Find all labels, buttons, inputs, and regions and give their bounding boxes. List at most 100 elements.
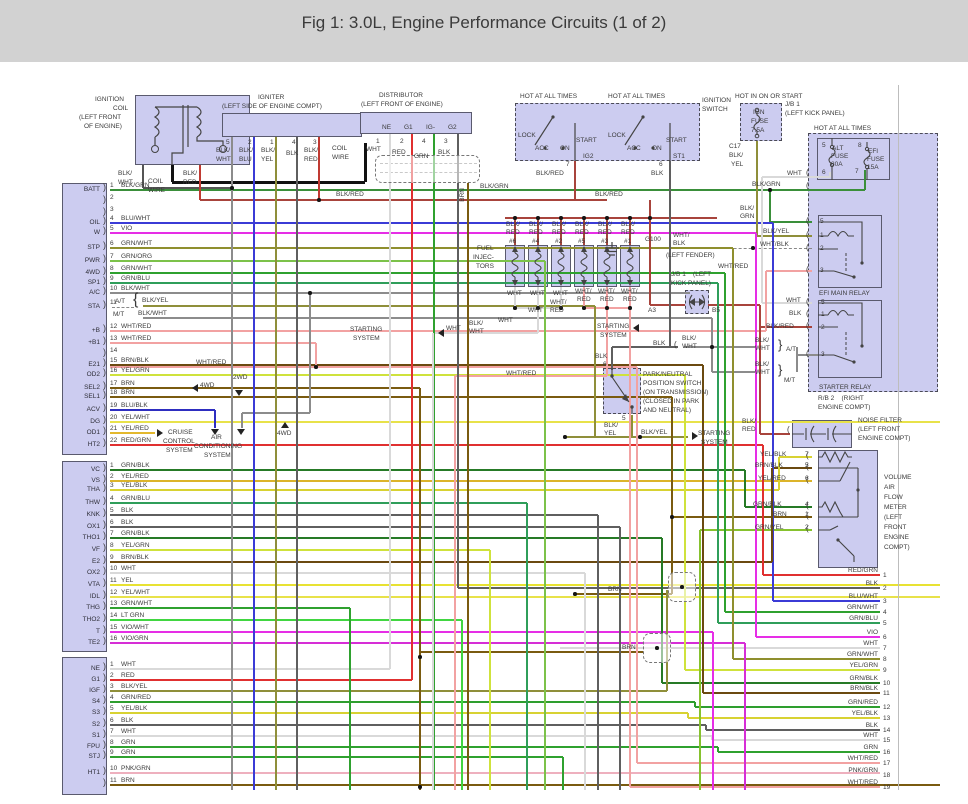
ecm-pin-number: 8 (110, 542, 114, 549)
right-pin-number: 18 (883, 772, 891, 779)
wire-h (110, 387, 420, 389)
wire-v (744, 643, 746, 790)
wire-v (756, 141, 758, 236)
label: NOISE FILTER (858, 417, 902, 424)
label: 2 (248, 139, 252, 146)
wire-v (544, 261, 546, 790)
right-pin-number: 15 (883, 737, 891, 744)
ecm-pin-number: 16 (110, 635, 118, 642)
wire-v (712, 632, 714, 790)
split-brace: } (778, 362, 783, 377)
ecm-pin-tag: PWR (84, 257, 100, 264)
label: C17 (729, 143, 741, 150)
label: #1 (624, 238, 632, 245)
wire-h (565, 436, 688, 438)
label: 6 (659, 161, 663, 168)
wire-v (699, 530, 701, 790)
wire-label: WHT (121, 565, 136, 572)
label: LOCK (608, 132, 626, 139)
wire-v (296, 137, 298, 790)
wire-v (315, 343, 317, 367)
label: FUSE (751, 118, 769, 125)
label: RED (623, 296, 637, 303)
right-pin-number: 10 (883, 680, 891, 687)
junction-dot (628, 306, 632, 310)
ecm-pin-number: 1 (110, 661, 114, 668)
wire-h (575, 593, 672, 595)
wire-v (526, 503, 528, 790)
ecm-pin-bracket: ) (103, 530, 106, 540)
wire-v (489, 550, 491, 790)
ecm-pin-bracket: ) (103, 717, 106, 727)
ecm-pin-tag: VC (90, 466, 100, 473)
label: BLK/ (740, 205, 755, 212)
label: METER (884, 504, 907, 511)
wire-v (562, 757, 564, 790)
wire-h (110, 537, 662, 539)
ecm-pin-number: 16 (110, 367, 118, 374)
label: BLK/RED (336, 191, 364, 198)
junction-dot (513, 216, 517, 220)
label: CONTROL (163, 438, 195, 445)
label: 7 (805, 451, 809, 458)
ecm-pin-bracket: ) (103, 705, 106, 715)
label: BLK/YEL (142, 297, 169, 304)
label: 5 (622, 415, 626, 422)
label: WHT (446, 325, 461, 332)
junction-dot (513, 306, 517, 310)
starter-relay-symbol (818, 302, 864, 364)
wire-v (461, 620, 463, 790)
junction-dot (768, 188, 772, 192)
wire-h (110, 396, 672, 398)
label: 2 (805, 524, 809, 531)
label: BLK/YEL (763, 228, 790, 235)
ecm-pin-number: 3 (110, 683, 114, 690)
label: COIL (148, 178, 164, 185)
label: YEL/RED (758, 475, 786, 482)
label: FRONT (884, 524, 907, 531)
wire-h (200, 199, 607, 201)
fuel-injector-symbol (603, 246, 611, 286)
label: COIL (332, 145, 348, 152)
label: YEL (731, 161, 744, 168)
label: FUEL (477, 245, 494, 252)
label: EFI MAIN RELAY (819, 290, 870, 297)
wire-label: BLU/WHT (848, 593, 878, 600)
wire-v (318, 137, 320, 200)
terminal-bracket: ( (806, 309, 809, 318)
wire-v (457, 134, 459, 588)
label: 2 (821, 324, 825, 331)
wire-v (694, 702, 696, 707)
label: WHT (787, 170, 802, 177)
label: BLK/ (598, 221, 613, 228)
terminal-bracket: ( (806, 216, 809, 225)
terminal-bracket: ( (806, 297, 809, 306)
label: FUSE (867, 156, 885, 163)
wire-label: BLU/WHT (121, 215, 151, 222)
ecm-pin-bracket: ) (103, 285, 106, 295)
ecm-pin-tag: THA (87, 486, 100, 493)
wire-h (110, 668, 390, 670)
ecm-pin-number: 7 (110, 253, 114, 260)
wire-v (170, 165, 174, 182)
ecm-pin-number: 3 (110, 482, 114, 489)
ecm-pin-bracket: ) (103, 589, 106, 599)
wire-v (631, 415, 633, 437)
wire-label: YEL (121, 577, 134, 584)
ecm-pin-bracket: ) (103, 462, 106, 472)
ecm-pin-bracket: ) (103, 765, 106, 775)
label: M/T (784, 377, 796, 384)
label: 2 (400, 138, 404, 145)
label: BLK/ (755, 337, 770, 344)
wire-label: GRN/BLK (121, 462, 150, 469)
label: WHT (530, 290, 545, 297)
label: YEL (604, 430, 617, 437)
label: #5 (578, 238, 586, 245)
wire-label: GRN/BLU (121, 275, 150, 282)
ecm-pin-bracket: ) (103, 482, 106, 492)
ecm-pin-tag: S4 (92, 698, 100, 705)
terminal-bracket: ( (674, 340, 677, 349)
wire-v (769, 190, 771, 222)
ecm-pin-number: 15 (110, 357, 118, 364)
junction-dot (648, 216, 652, 220)
